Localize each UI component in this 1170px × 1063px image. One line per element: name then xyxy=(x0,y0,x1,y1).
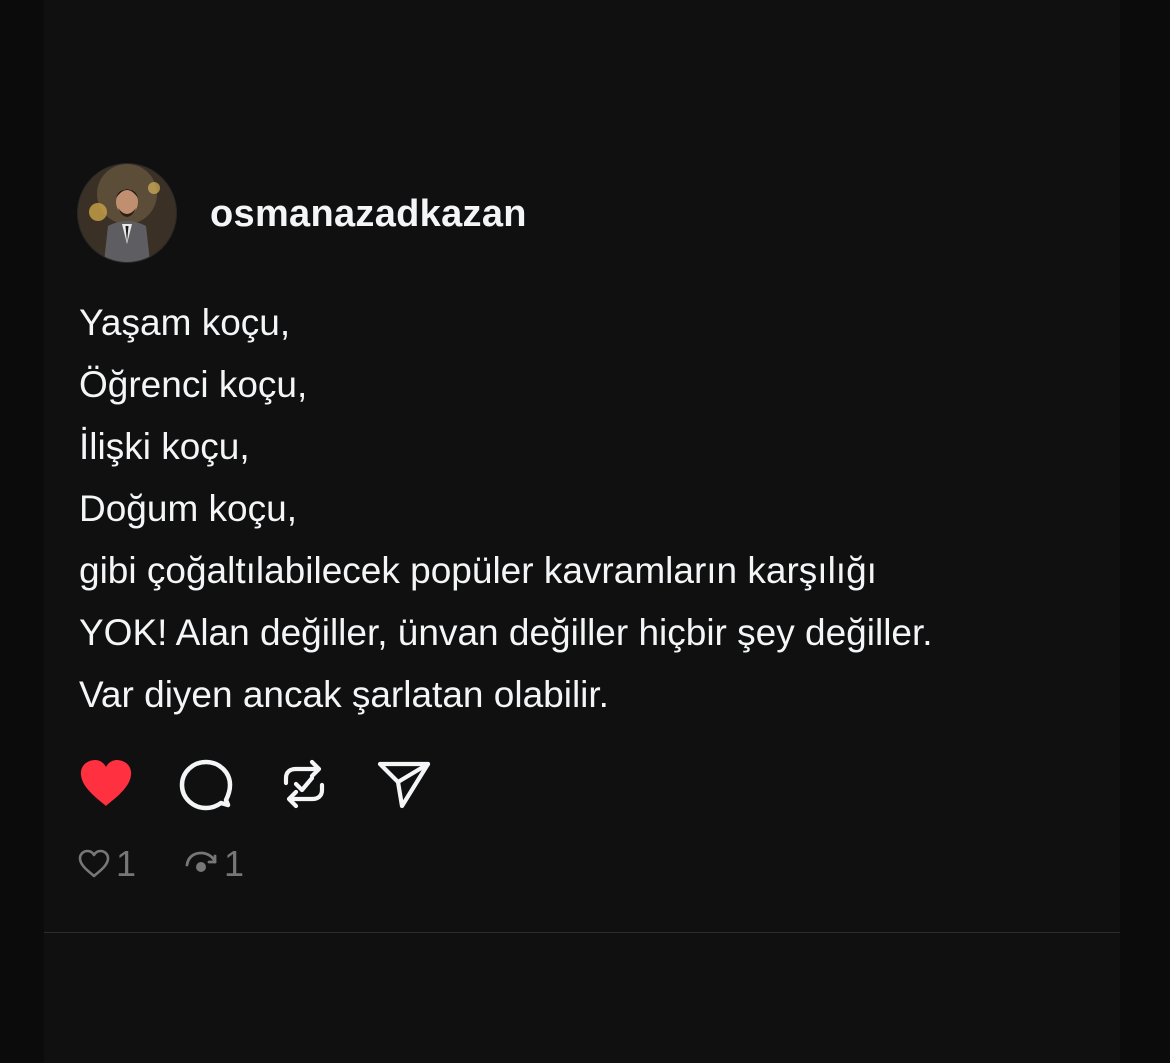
post-text-line: Öğrenci koçu, xyxy=(79,364,308,405)
send-icon xyxy=(377,761,431,809)
repost-icon xyxy=(283,759,325,809)
comment-bubble-icon xyxy=(179,759,233,811)
post-text-line: Var diyen ancak şarlatan olabilir. xyxy=(79,674,609,715)
post-text-line: Doğum koçu, xyxy=(79,488,297,529)
likes-count[interactable]: 1 xyxy=(78,842,136,886)
profile-photo-icon xyxy=(78,164,176,262)
post-divider xyxy=(44,932,1120,933)
heart-outline-icon xyxy=(78,849,110,878)
like-button[interactable] xyxy=(78,756,134,812)
comment-button[interactable] xyxy=(178,756,234,812)
post-text-line: YOK! Alan değiller, ünvan değiller hiçbi… xyxy=(79,612,933,653)
post-text-line: İlişki koçu, xyxy=(79,426,250,467)
likes-count-value: 1 xyxy=(116,843,137,884)
post-body: Yaşam koçu, Öğrenci koçu, İlişki koçu, D… xyxy=(79,292,1099,726)
repost-small-icon xyxy=(185,851,217,872)
post-text-line: Yaşam koçu, xyxy=(79,302,291,343)
author-username[interactable]: osmanazadkazan xyxy=(210,190,527,238)
share-button[interactable] xyxy=(376,756,432,812)
avatar[interactable] xyxy=(78,164,176,262)
reposts-count-value: 1 xyxy=(224,843,245,884)
reposts-count[interactable]: 1 xyxy=(184,842,244,886)
post-text-line: gibi çoğaltılabilecek popüler kavramları… xyxy=(79,550,877,591)
heart-filled-icon xyxy=(80,760,132,806)
repost-button[interactable] xyxy=(276,756,332,812)
